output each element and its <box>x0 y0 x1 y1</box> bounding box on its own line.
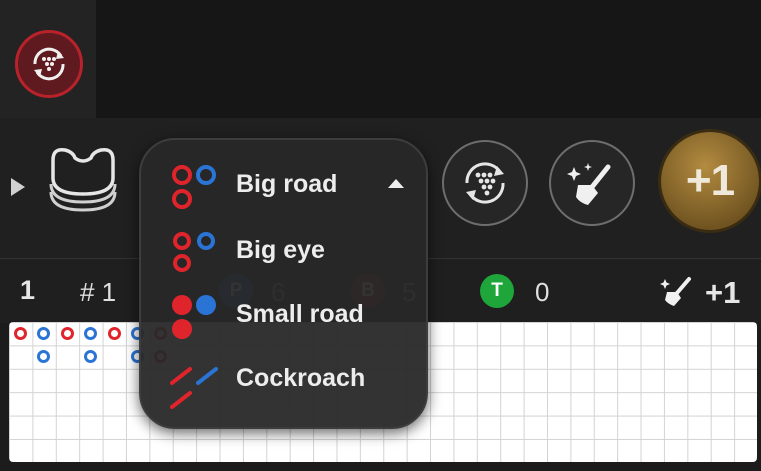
menu-item-cockroach[interactable]: Cockroach <box>141 348 426 410</box>
round-number: 1 <box>20 275 36 305</box>
shuffle-road-button[interactable] <box>442 140 528 226</box>
menu-item-label: Big road <box>236 170 338 198</box>
small-road-icon <box>172 295 216 339</box>
menu-item-label: Big eye <box>236 236 325 264</box>
road-history-button[interactable] <box>15 30 83 98</box>
road-bead-player <box>37 327 51 340</box>
top-bar-left-panel <box>0 0 96 118</box>
menu-item-label: Cockroach <box>236 364 366 392</box>
cockroach-icon <box>170 367 218 409</box>
menu-item-big-road[interactable]: Big road <box>141 154 426 216</box>
play-arrow-icon[interactable] <box>11 178 25 196</box>
road-bead-banker <box>107 327 121 340</box>
card-shoe-icon[interactable] <box>43 142 123 222</box>
road-bead-banker <box>60 327 74 340</box>
sweep-clean-button[interactable] <box>549 140 635 226</box>
road-history-icon <box>33 47 65 81</box>
menu-item-big-eye[interactable]: Big eye <box>141 220 426 282</box>
road-bead-player <box>37 350 51 364</box>
caret-up-icon[interactable] <box>388 179 404 188</box>
big-road-icon <box>172 165 216 209</box>
shuffle-road-icon <box>465 162 505 204</box>
plus-one-button[interactable]: +1 <box>658 129 761 233</box>
road-type-dropdown[interactable]: Big road Big eye Small road Cockroach <box>139 138 428 429</box>
tie-count: 0 <box>535 277 550 307</box>
tie-chip: T <box>480 274 514 308</box>
clean-plus-one[interactable]: +1 <box>705 275 740 311</box>
top-bar <box>0 0 761 118</box>
big-eye-icon <box>173 232 215 272</box>
road-bead-banker <box>14 327 27 340</box>
sweep-mini-icon <box>660 277 691 306</box>
sweep-clean-icon <box>567 163 611 205</box>
road-bead-player <box>84 327 98 340</box>
menu-item-small-road[interactable]: Small road <box>141 284 426 346</box>
road-bead-player <box>84 350 98 364</box>
shoe-number: # 1 <box>80 277 117 307</box>
menu-item-label: Small road <box>236 300 364 328</box>
